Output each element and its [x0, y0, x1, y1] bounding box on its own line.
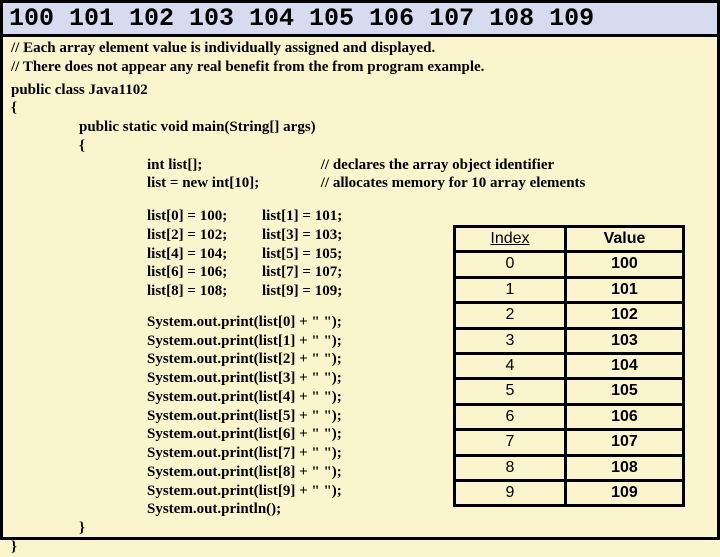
table-row: 9109: [455, 480, 684, 505]
assign-cell: list[0] = 100;: [147, 207, 262, 226]
main-signature: public static void main(String[] args): [11, 118, 709, 137]
table-row: 1101: [455, 277, 684, 302]
cell-index: 2: [455, 303, 566, 328]
allocate-comment: // allocates memory for 10 array element…: [321, 174, 586, 193]
cell-index: 1: [455, 277, 566, 302]
declare-comment: // declares the array object identifier: [321, 156, 554, 175]
cell-index: 6: [455, 404, 566, 429]
brace-close-class: }: [11, 538, 709, 557]
assign-cell: list[1] = 101;: [262, 208, 342, 224]
assign-cell: list[3] = 103;: [262, 227, 342, 243]
assign-cell: list[4] = 104;: [147, 245, 262, 264]
cell-value: 103: [565, 328, 683, 353]
table-row: 8108: [455, 455, 684, 480]
assign-row: list[0] = 100;list[1] = 101;: [11, 207, 709, 226]
cell-index: 7: [455, 430, 566, 455]
cell-value: 109: [565, 480, 683, 505]
index-value-table: Index Value 0100 1101 2102 3103 4104 510…: [453, 225, 685, 507]
brace-open-main: {: [11, 137, 709, 156]
index-value-table-wrap: Index Value 0100 1101 2102 3103 4104 510…: [453, 225, 685, 507]
cell-index: 3: [455, 328, 566, 353]
assign-cell: list[9] = 109;: [262, 283, 342, 299]
assign-cell: list[5] = 105;: [262, 246, 342, 262]
cell-index: 9: [455, 480, 566, 505]
brace-close-main: }: [11, 519, 709, 538]
allocate-array-line: list = new int[10]; // allocates memory …: [11, 174, 709, 193]
table-row: 4104: [455, 353, 684, 378]
cell-value: 107: [565, 430, 683, 455]
cell-value: 105: [565, 379, 683, 404]
assign-cell: list[7] = 107;: [262, 264, 342, 280]
table-row: 3103: [455, 328, 684, 353]
program-output-bar: 100 101 102 103 104 105 106 107 108 109: [3, 3, 717, 37]
allocate-code: list = new int[10];: [147, 174, 317, 193]
cell-index: 5: [455, 379, 566, 404]
brace-open-class: {: [11, 99, 709, 118]
table-row: 6106: [455, 404, 684, 429]
cell-value: 108: [565, 455, 683, 480]
cell-value: 101: [565, 277, 683, 302]
cell-value: 104: [565, 353, 683, 378]
header-index: Index: [455, 227, 566, 252]
cell-value: 102: [565, 303, 683, 328]
table-row: 2102: [455, 303, 684, 328]
assign-cell: list[2] = 102;: [147, 226, 262, 245]
table-header-row: Index Value: [455, 227, 684, 252]
cell-value: 106: [565, 404, 683, 429]
cell-index: 4: [455, 353, 566, 378]
table-row: 0100: [455, 252, 684, 277]
declare-array-line: int list[]; // declares the array object…: [11, 156, 709, 175]
header-value: Value: [565, 227, 683, 252]
table-row: 7107: [455, 430, 684, 455]
cell-index: 8: [455, 455, 566, 480]
assign-cell: list[8] = 108;: [147, 282, 262, 301]
class-declaration: public class Java1102: [11, 81, 709, 100]
declare-code: int list[];: [147, 156, 317, 175]
cell-index: 0: [455, 252, 566, 277]
comment-line-1: // Each array element value is individua…: [11, 39, 709, 58]
assign-cell: list[6] = 106;: [147, 263, 262, 282]
table-row: 5105: [455, 379, 684, 404]
cell-value: 100: [565, 252, 683, 277]
comment-line-2: // There does not appear any real benefi…: [11, 58, 709, 77]
